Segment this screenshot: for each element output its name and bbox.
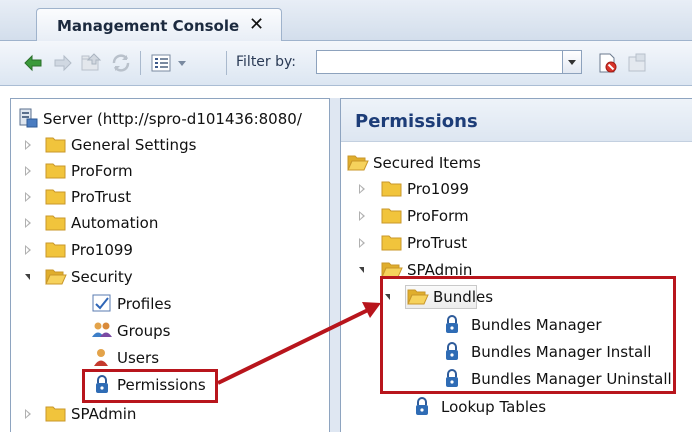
tree-node-pro1099[interactable]: Pro1099 [25, 238, 325, 262]
tree-node-users[interactable]: Users [91, 346, 291, 370]
annotation-box-permissions [82, 369, 218, 403]
tree-node-profiles[interactable]: Profiles [91, 292, 291, 316]
tree-node-label: ProTrust [71, 188, 132, 206]
dropdown-icon[interactable] [176, 52, 188, 74]
tree-node-lookup-tables[interactable]: Lookup Tables [411, 395, 671, 419]
tree-node-label: Users [117, 349, 160, 367]
up-folder-icon[interactable] [80, 52, 102, 74]
folder-icon [381, 208, 402, 224]
tree-node-label: Lookup Tables [441, 398, 547, 416]
groups-icon [92, 322, 112, 337]
tree-node-general-settings[interactable]: General Settings [25, 133, 325, 157]
expand-arrow-icon[interactable] [25, 140, 31, 150]
user-icon [94, 349, 108, 366]
folder-icon [45, 189, 66, 205]
collapse-arrow-icon[interactable] [25, 274, 30, 280]
folder-icon [381, 181, 402, 197]
filter-dropdown-button[interactable] [562, 50, 582, 74]
tree-node-automation[interactable]: Automation [25, 211, 325, 235]
expand-arrow-icon[interactable] [359, 238, 365, 248]
tree-node-pro1099[interactable]: Pro1099 [359, 177, 679, 201]
folder-icon [45, 163, 66, 179]
refresh-icon[interactable] [110, 52, 132, 74]
close-icon[interactable]: ✕ [249, 15, 264, 35]
tree-node-spadmin[interactable]: SPAdmin [25, 402, 325, 426]
expand-arrow-icon[interactable] [25, 409, 31, 419]
tree-node-label: Secured Items [373, 154, 481, 172]
tree-node-proform[interactable]: ProForm [25, 159, 325, 183]
panel-title: Permissions [355, 111, 478, 132]
tree-node-label: SPAdmin [71, 405, 137, 423]
tree-node-protrust[interactable]: ProTrust [359, 231, 679, 255]
tree-node-proform[interactable]: ProForm [359, 204, 679, 228]
tree-node-label: Profiles [117, 295, 172, 313]
open-folder-icon [45, 269, 67, 285]
folder-icon [45, 406, 66, 422]
toolbar-separator [140, 51, 141, 75]
tree-node-groups[interactable]: Groups [91, 319, 291, 343]
tree-node-label: ProForm [71, 162, 133, 180]
tree-node-security[interactable]: Security [25, 265, 325, 289]
panel-splitter[interactable] [330, 98, 340, 432]
tab-management-console[interactable]: Management Console ✕ [36, 8, 282, 41]
tree-node-label: ProTrust [407, 234, 468, 252]
toolbar-separator [226, 51, 227, 75]
open-folder-icon [347, 155, 369, 171]
tree-node-label: ProForm [407, 207, 469, 225]
tree-node-label: Automation [71, 214, 159, 232]
folder-icon [45, 137, 66, 153]
profiles-icon [92, 294, 111, 312]
server-icon [19, 108, 38, 128]
tree-node-label: Pro1099 [71, 241, 133, 259]
expand-arrow-icon[interactable] [25, 166, 31, 176]
filter-input[interactable] [316, 50, 564, 74]
lock-icon [416, 397, 428, 415]
tab-title: Management Console [57, 17, 240, 35]
tree-node-label: Pro1099 [407, 180, 469, 198]
expand-arrow-icon[interactable] [25, 245, 31, 255]
expand-arrow-icon[interactable] [359, 211, 365, 221]
expand-arrow-icon[interactable] [25, 192, 31, 202]
folder-icon [45, 215, 66, 231]
tree-node-label: Server (http://spro-d101436:8080/ [43, 110, 302, 128]
tree-node-label: General Settings [71, 136, 197, 154]
folder-icon [381, 235, 402, 251]
tree-node-label: Security [71, 268, 133, 286]
toolbar: Filter by: [0, 41, 692, 86]
tree-node-secured-items[interactable]: Secured Items [347, 151, 687, 175]
tree-node-protrust[interactable]: ProTrust [25, 185, 325, 209]
forward-arrow-icon[interactable] [52, 52, 74, 74]
permissions-header: Permissions [341, 99, 692, 142]
delete-document-icon[interactable] [596, 52, 618, 74]
tab-strip: Management Console ✕ [0, 0, 692, 41]
tree-node-server[interactable]: Server (http://spro-d101436:8080/ [17, 107, 329, 131]
expand-arrow-icon[interactable] [25, 218, 31, 228]
properties-icon[interactable] [626, 52, 648, 74]
collapse-arrow-icon[interactable] [359, 267, 364, 273]
folder-icon [45, 242, 66, 258]
filter-label: Filter by: [236, 54, 296, 70]
expand-arrow-icon[interactable] [359, 184, 365, 194]
back-arrow-icon[interactable] [22, 52, 44, 74]
view-options-icon[interactable] [150, 52, 172, 74]
annotation-box-bundles [380, 276, 676, 394]
tree-node-label: Groups [117, 322, 171, 340]
